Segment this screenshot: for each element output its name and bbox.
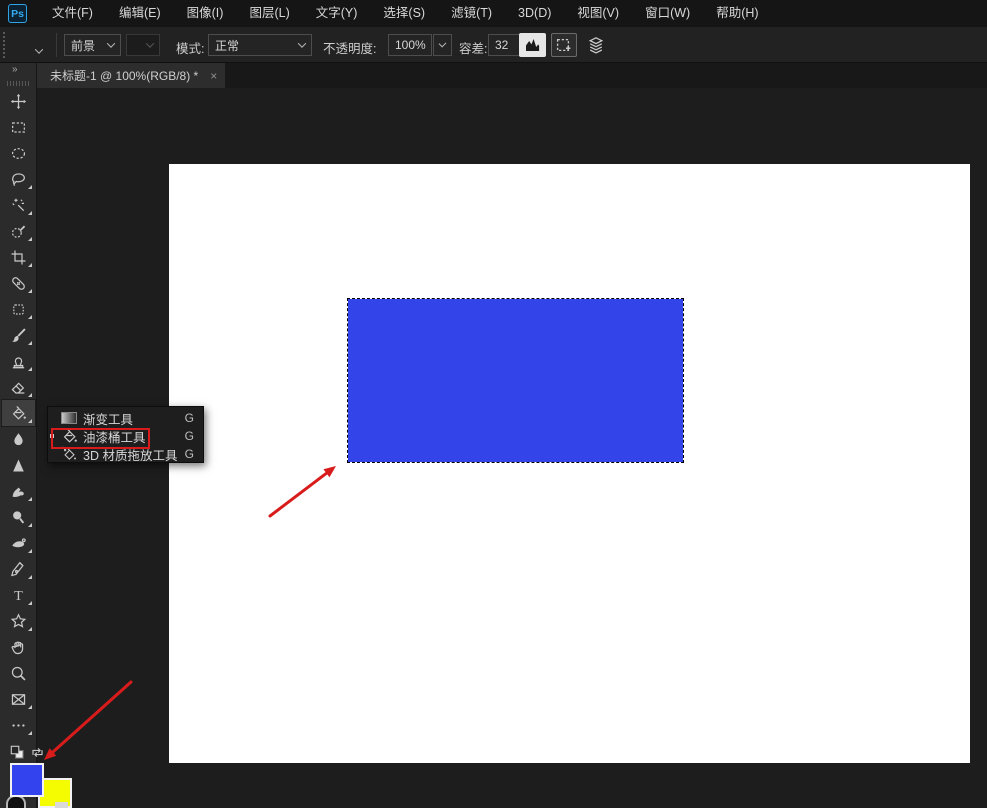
foreground-color-swatch[interactable] <box>10 763 44 797</box>
document-tab[interactable]: 未标题-1 @ 100%(RGB/8) * × <box>37 63 225 88</box>
flyout-item-shortcut: G <box>185 429 194 443</box>
close-icon[interactable]: × <box>210 69 217 83</box>
menu-item-image[interactable]: 图像(I) <box>174 0 237 27</box>
tool-ellipse-marquee[interactable] <box>2 140 35 166</box>
chevron-down-icon <box>146 39 154 47</box>
menu-item-select[interactable]: 选择(S) <box>370 0 438 27</box>
tolerance-label: 容差: <box>459 38 487 57</box>
pattern-picker-disabled <box>126 34 160 56</box>
document-tab-bar: 未标题-1 @ 100%(RGB/8) * × <box>37 63 987 88</box>
gradient-swatch-icon <box>61 412 78 425</box>
tool-dodge[interactable] <box>2 504 35 530</box>
tool-eraser[interactable] <box>2 374 35 400</box>
options-grip[interactable] <box>3 32 7 58</box>
opacity-label: 不透明度: <box>323 38 376 57</box>
tool-bar: » T <box>0 63 37 808</box>
current-tool-bullet <box>50 434 54 438</box>
tool-zoom[interactable] <box>2 660 35 686</box>
paint-bucket-icon <box>61 430 78 443</box>
toolbar-tools: T <box>0 88 36 738</box>
flyout-item-shortcut: G <box>185 447 194 461</box>
contiguous-toggle[interactable] <box>551 33 577 57</box>
flyout-item-label: 3D 材质拖放工具 <box>83 445 177 464</box>
tool-more-tools[interactable] <box>2 712 35 738</box>
menu-item-type[interactable]: 文字(Y) <box>303 0 371 27</box>
tool-lasso[interactable] <box>2 166 35 192</box>
menu-item-edit[interactable]: 编辑(E) <box>106 0 174 27</box>
menu-item-window[interactable]: 窗口(W) <box>632 0 703 27</box>
tool-crop[interactable] <box>2 244 35 270</box>
separator <box>56 33 57 57</box>
chevron-down-icon <box>107 39 115 47</box>
menu-item-file[interactable]: 文件(F) <box>39 0 106 27</box>
menu-items: 文件(F)编辑(E)图像(I)图层(L)文字(Y)选择(S)滤镜(T)3D(D)… <box>39 0 772 27</box>
sample-all-layers-toggle[interactable] <box>583 33 608 57</box>
tool-selection-brush[interactable] <box>2 218 35 244</box>
chevron-down-icon <box>298 39 306 47</box>
opacity-dropdown-button[interactable] <box>433 34 452 56</box>
toolbar-expand-button[interactable]: » <box>0 63 36 75</box>
tool-patch[interactable] <box>2 296 35 322</box>
flyout-item-shortcut: G <box>185 411 194 425</box>
anti-alias-toggle[interactable] <box>519 33 546 57</box>
menu-item-3d[interactable]: 3D(D) <box>505 0 564 27</box>
document-canvas[interactable] <box>169 164 970 763</box>
tool-smudge[interactable] <box>2 478 35 504</box>
flyout-item-gradient-tool[interactable]: 渐变工具 G <box>48 409 203 427</box>
tool-burn[interactable] <box>2 530 35 556</box>
tool-hand[interactable] <box>2 634 35 660</box>
opacity-value: 100% <box>395 38 426 52</box>
tool-clone-stamp[interactable] <box>2 348 35 374</box>
flyout-item-material-drop-tool[interactable]: 3D 材质拖放工具 G <box>48 445 203 463</box>
fill-source-value: 前景 <box>71 37 95 54</box>
chevron-down-icon <box>439 40 447 48</box>
opacity-input[interactable]: 100% <box>388 34 432 56</box>
fill-source-select[interactable]: 前景 <box>64 34 121 56</box>
tool-healing-brush[interactable] <box>2 270 35 296</box>
material-drop-icon <box>61 448 78 461</box>
screen-mode-button[interactable] <box>55 802 68 808</box>
menu-item-view[interactable]: 视图(V) <box>564 0 632 27</box>
paint-bucket-flyout-menu: 渐变工具 G 油漆桶工具 G 3D 材质拖放工具 G <box>47 406 204 463</box>
menu-item-help[interactable]: 帮助(H) <box>703 0 771 27</box>
flyout-item-label: 渐变工具 <box>83 409 133 428</box>
photoshop-logo: Ps <box>8 4 27 23</box>
default-colors-icon[interactable] <box>10 745 25 765</box>
tool-blur[interactable] <box>2 426 35 452</box>
toolbar-grip[interactable] <box>7 81 29 86</box>
filled-selection-rectangle[interactable] <box>347 298 684 463</box>
menu-item-filter[interactable]: 滤镜(T) <box>438 0 505 27</box>
options-bar: 前景 模式: 正常 不透明度: 100% 容差: 32 <box>0 27 987 63</box>
tool-pen[interactable] <box>2 556 35 582</box>
tolerance-value: 32 <box>495 38 508 52</box>
tool-slice[interactable] <box>2 686 35 712</box>
mode-value: 正常 <box>215 37 239 54</box>
tool-type[interactable]: T <box>2 582 35 608</box>
mode-label: 模式: <box>176 38 204 57</box>
tool-rect-marquee[interactable] <box>2 114 35 140</box>
tool-custom-shape[interactable] <box>2 608 35 634</box>
flyout-item-paint-bucket-tool[interactable]: 油漆桶工具 G <box>48 427 203 445</box>
tool-paint-bucket[interactable] <box>2 400 35 426</box>
swap-colors-icon[interactable] <box>30 745 45 765</box>
menu-item-layer[interactable]: 图层(L) <box>236 0 302 27</box>
mode-select[interactable]: 正常 <box>208 34 312 56</box>
tool-magic-wand[interactable] <box>2 192 35 218</box>
tool-sharpen[interactable] <box>2 452 35 478</box>
svg-text:T: T <box>14 588 23 604</box>
tool-brush[interactable] <box>2 322 35 348</box>
tool-move[interactable] <box>2 88 35 114</box>
menu-bar: Ps 文件(F)编辑(E)图像(I)图层(L)文字(Y)选择(S)滤镜(T)3D… <box>0 0 987 27</box>
tool-preset-chevron-icon[interactable] <box>36 41 42 59</box>
document-title: 未标题-1 @ 100%(RGB/8) * <box>50 67 198 84</box>
flyout-item-label: 油漆桶工具 <box>83 427 146 446</box>
